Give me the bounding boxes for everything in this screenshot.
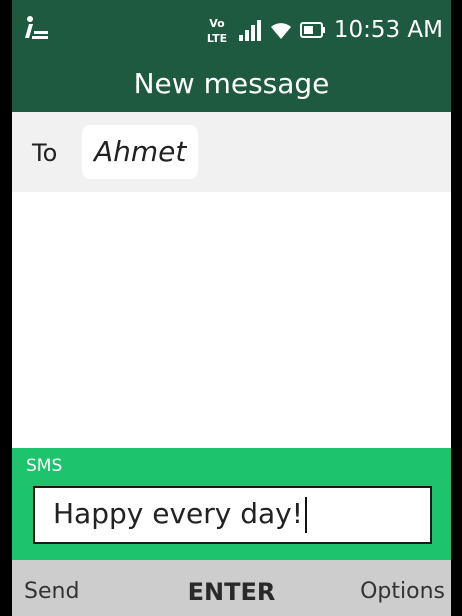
phone-screen: Vo LTE 10:53 AM New message To Ahmet SMS… [0, 0, 462, 616]
svg-text:LTE: LTE [207, 32, 227, 45]
app-header: Vo LTE 10:53 AM New message [12, 0, 451, 112]
svg-text:Vo: Vo [209, 17, 225, 30]
options-softkey[interactable]: Options [360, 560, 445, 616]
message-type-label: SMS [26, 456, 63, 476]
recipient-chip[interactable]: Ahmet [82, 125, 199, 179]
battery-icon [299, 22, 325, 38]
wifi-icon [270, 23, 291, 39]
status-bar: Vo LTE 10:53 AM [12, 0, 451, 58]
volte-lte-icon: Vo LTE [207, 17, 227, 45]
message-composer: SMS Happy every day! [12, 448, 451, 560]
page-title: New message [133, 67, 330, 100]
recipient-row[interactable]: To Ahmet [12, 112, 451, 192]
notification-icon [25, 16, 48, 39]
status-icons: Vo LTE 10:53 AM [204, 14, 443, 46]
softkey-bar: ENTER Send Options [12, 560, 451, 616]
message-thread-area [12, 192, 451, 448]
left-bezel [0, 0, 12, 616]
to-label: To [32, 139, 58, 167]
send-softkey[interactable]: Send [24, 560, 79, 616]
status-time: 10:53 AM [333, 17, 443, 43]
text-caret [304, 497, 307, 533]
signal-icon [238, 20, 261, 41]
message-text: Happy every day! [53, 497, 303, 530]
message-input[interactable]: Happy every day! [33, 486, 432, 544]
right-bezel [451, 0, 462, 616]
